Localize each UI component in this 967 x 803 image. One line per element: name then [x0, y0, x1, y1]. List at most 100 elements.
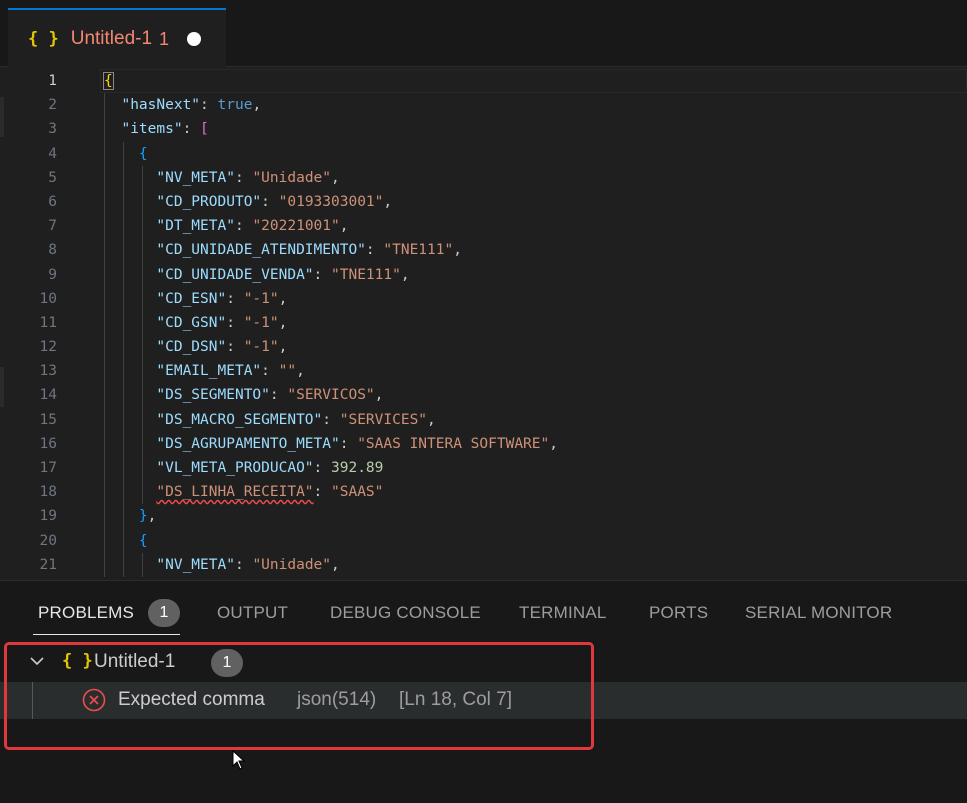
- code-line[interactable]: 15 "DS_MACRO_SEGMENTO": "SERVICES",: [0, 407, 967, 432]
- code-token: "0193303001": [278, 193, 384, 210]
- code-token: ,: [427, 411, 436, 428]
- line-number: 19: [39, 508, 57, 525]
- code-line[interactable]: 18 "DS_LINHA_RECEITA": "SAAS": [0, 480, 967, 505]
- line-number: 15: [39, 411, 57, 428]
- code-token: "CD_UNIDADE_VENDA": [156, 266, 314, 283]
- code-text: },: [104, 504, 156, 528]
- code-line[interactable]: 3 "items": [: [0, 117, 967, 142]
- code-token: ,: [383, 193, 393, 210]
- code-text: "DS_LINHA_RECEITA": "SAAS": [104, 480, 383, 504]
- code-token: :: [339, 435, 358, 452]
- panel-tab-bar: PROBLEMS 1 OUTPUT DEBUG CONSOLE TERMINAL…: [0, 581, 967, 637]
- code-token: "DS_AGRUPAMENTO_META": [156, 435, 340, 452]
- line-number: 4: [48, 145, 57, 162]
- line-number: 1: [48, 73, 57, 89]
- tab-debug-console[interactable]: DEBUG CONSOLE: [330, 603, 481, 623]
- code-token: "CD_DSN": [156, 339, 227, 356]
- code-token: "Unidade": [252, 169, 332, 186]
- code-text: "CD_GSN": "-1",: [104, 311, 287, 335]
- code-line[interactable]: 5 "NV_META": "Unidade",: [0, 165, 967, 190]
- code-line[interactable]: 20 {: [0, 528, 967, 553]
- code-token: :: [226, 314, 244, 331]
- code-token: ,: [400, 266, 410, 283]
- code-line[interactable]: 12 "CD_DSN": "-1",: [0, 335, 967, 360]
- code-token: "NV_META": [156, 169, 235, 186]
- code-line[interactable]: 7 "DT_META": "20221001",: [0, 214, 967, 239]
- code-line[interactable]: 21 "NV_META": "Unidade",: [0, 552, 967, 577]
- code-token: :: [365, 242, 384, 259]
- code-token: ,: [339, 218, 349, 235]
- code-token: ,: [252, 97, 262, 114]
- code-line[interactable]: 16 "DS_AGRUPAMENTO_META": "SAAS INTERA S…: [0, 431, 967, 456]
- code-token: ,: [453, 242, 462, 259]
- code-line[interactable]: 2 "hasNext": true,: [0, 93, 967, 118]
- tab-terminal[interactable]: TERMINAL: [519, 603, 607, 623]
- code-token: "20221001": [252, 218, 340, 235]
- tab-problems[interactable]: PROBLEMS: [38, 603, 134, 623]
- unsaved-dot-icon[interactable]: [187, 32, 202, 46]
- code-line[interactable]: 1{: [0, 69, 967, 93]
- error-token: "DS_LINHA_RECEITA": [156, 484, 314, 501]
- code-line[interactable]: 17 "VL_META_PRODUCAO": 392.89: [0, 456, 967, 481]
- code-text: "items": [: [104, 117, 208, 141]
- editor-tab-bar: { } Untitled-1 1: [0, 0, 967, 68]
- code-token: "items": [121, 121, 183, 138]
- line-number: 17: [39, 460, 57, 476]
- code-text: "NV_META": "Unidade",: [104, 166, 340, 190]
- code-line[interactable]: 9 "CD_UNIDADE_VENDA": "TNE111",: [0, 262, 967, 287]
- code-token: "NV_META": [156, 556, 235, 573]
- code-token: "": [278, 363, 297, 380]
- line-number: 14: [39, 387, 57, 404]
- code-token: "CD_UNIDADE_ATENDIMENTO": [156, 242, 366, 259]
- line-number: 18: [39, 484, 57, 501]
- tab-output[interactable]: OUTPUT: [217, 603, 288, 623]
- line-number: 10: [39, 290, 57, 307]
- line-number: 16: [39, 435, 57, 452]
- code-text: {: [103, 69, 114, 93]
- line-number: 8: [48, 242, 57, 259]
- problems-count-badge: 1: [148, 599, 180, 627]
- code-text: "hasNext": true,: [104, 93, 261, 117]
- code-token: "Unidade": [252, 556, 332, 573]
- code-line[interactable]: 6 "CD_PRODUTO": "0193303001",: [0, 189, 967, 215]
- code-text: {: [104, 529, 148, 553]
- code-text: "CD_DSN": "-1",: [104, 335, 287, 359]
- code-token: {: [103, 72, 114, 90]
- code-line[interactable]: 11 "CD_GSN": "-1",: [0, 310, 967, 336]
- line-number: 6: [48, 193, 57, 210]
- code-token: "CD_GSN": [156, 314, 227, 331]
- line-number: 20: [39, 532, 57, 549]
- tab-ports[interactable]: PORTS: [649, 603, 708, 623]
- code-text: "CD_UNIDADE_VENDA": "TNE111",: [104, 263, 410, 287]
- code-line[interactable]: 13 "EMAIL_META": "",: [0, 359, 967, 384]
- code-token: :: [269, 387, 288, 404]
- code-line[interactable]: 4 {: [0, 141, 967, 166]
- tab-untitled-1[interactable]: { } Untitled-1 1: [8, 8, 226, 68]
- code-line[interactable]: 14 "DS_SEGMENTO": "SERVICOS",: [0, 383, 967, 408]
- code-token: "-1": [243, 339, 279, 356]
- code-editor[interactable]: 1{2 "hasNext": true, 3 "items": [4 {5 "NV…: [0, 67, 967, 580]
- line-number: 2: [48, 97, 57, 114]
- code-token: }: [138, 508, 148, 525]
- code-token: ,: [549, 435, 558, 452]
- code-token: :: [234, 556, 253, 573]
- code-text: "DS_SEGMENTO": "SERVICOS",: [104, 383, 383, 407]
- code-line[interactable]: 8 "CD_UNIDADE_ATENDIMENTO": "TNE111",: [0, 238, 967, 263]
- code-token: "DT_META": [156, 218, 235, 235]
- code-token: :: [313, 484, 331, 501]
- code-token: :: [322, 411, 340, 428]
- code-line[interactable]: 19 },: [0, 504, 967, 529]
- code-token: ,: [331, 169, 340, 186]
- code-line[interactable]: 10 "CD_ESN": "-1",: [0, 286, 967, 311]
- tab-serial-monitor[interactable]: SERIAL MONITOR: [745, 603, 892, 623]
- code-token: :: [261, 363, 279, 380]
- active-tab-indicator: [33, 634, 180, 635]
- code-token: "DS_MACRO_SEGMENTO": [156, 411, 323, 428]
